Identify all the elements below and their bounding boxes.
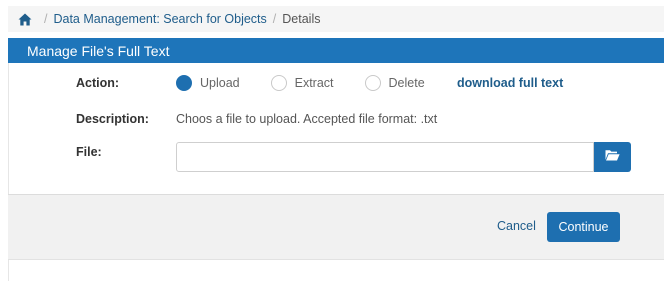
description-text: Choos a file to upload. Accepted file fo… [176,112,438,126]
radio-extract-label: Extract [294,76,334,90]
radio-upload[interactable]: Upload [176,75,240,91]
description-row: Description: Choos a file to upload. Acc… [0,110,664,128]
file-row: File: [0,142,664,172]
folder-open-icon [605,148,620,166]
home-icon[interactable] [18,13,32,26]
action-row: Action: Upload Extract Delete download f… [0,74,664,92]
continue-button[interactable]: Continue [547,212,620,242]
radio-upload-indicator[interactable] [176,75,192,91]
radio-delete[interactable]: Delete [364,75,425,91]
radio-delete-indicator[interactable] [364,75,381,91]
action-label: Action: [76,76,120,90]
breadcrumb: / Data Management: Search for Objects / … [8,6,664,32]
radio-extract[interactable]: Extract [270,75,334,91]
radio-delete-label: Delete [388,76,425,90]
breadcrumb-item-search-objects[interactable]: Data Management: Search for Objects [53,12,266,26]
panel-title: Manage File's Full Text [8,38,664,63]
file-path-input[interactable] [176,142,594,172]
radio-upload-label: Upload [200,76,240,90]
download-full-text-link[interactable]: download full text [457,76,563,90]
action-radio-group: Upload Extract Delete [176,75,456,91]
breadcrumb-item-details: Details [282,12,321,26]
form-footer: Cancel Continue [8,194,664,260]
description-label: Description: [76,112,149,126]
browse-file-button[interactable] [594,142,631,172]
breadcrumb-separator: / [44,12,48,26]
manage-full-text-page: / Data Management: Search for Objects / … [0,0,664,281]
file-label: File: [76,145,102,159]
cancel-button[interactable]: Cancel [497,219,536,233]
breadcrumb-separator: / [272,12,277,26]
radio-extract-indicator[interactable] [270,75,287,91]
panel-left-border-bottom [8,260,9,281]
